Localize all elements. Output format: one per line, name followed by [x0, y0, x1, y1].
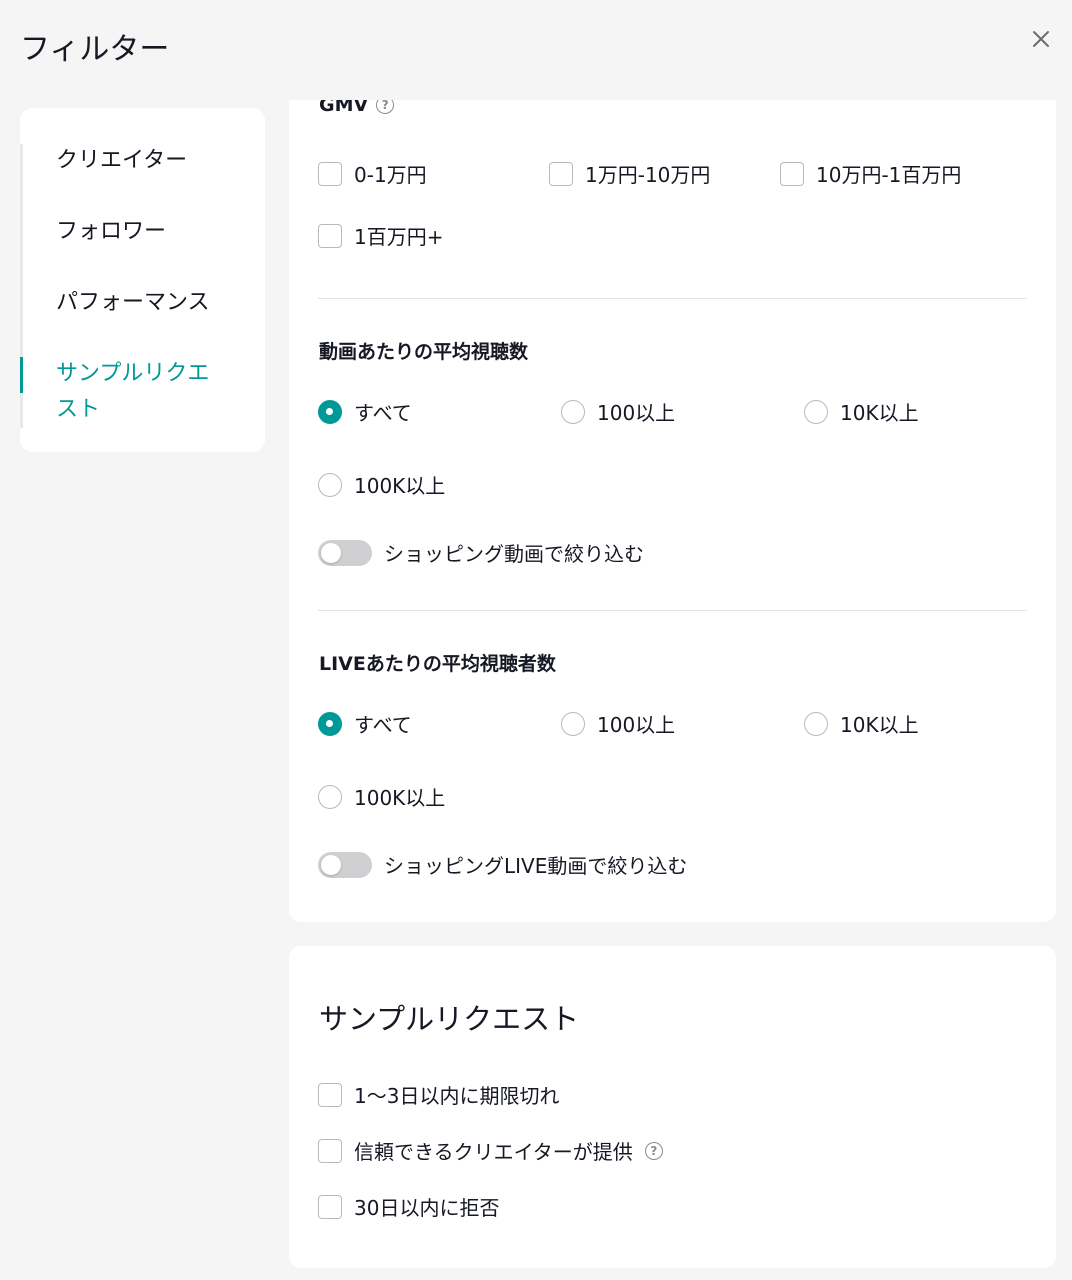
- option-label: 10K以上: [840, 713, 919, 737]
- checkbox[interactable]: [318, 161, 342, 186]
- nav-item-performance[interactable]: パフォーマンス: [56, 285, 236, 321]
- option-label: 100以上: [597, 401, 676, 425]
- option-label: 30日以内に拒否: [354, 1196, 500, 1220]
- gmv-section-title: GMV ?: [319, 100, 395, 116]
- nav-item-sample-request-line1: サンプルリクエ: [56, 361, 210, 386]
- section-divider: [318, 298, 1027, 299]
- help-icon[interactable]: ?: [376, 100, 395, 114]
- option-label: 1〜3日以内に期限切れ: [354, 1084, 560, 1108]
- radio[interactable]: [561, 399, 585, 424]
- nav-item-creator[interactable]: クリエイター: [56, 143, 236, 179]
- nav-item-follower[interactable]: フォロワー: [56, 214, 236, 250]
- option-label: 1百万円+: [354, 225, 444, 249]
- video-views-option-10k[interactable]: 10K以上: [804, 397, 919, 426]
- help-icon[interactable]: ?: [644, 1141, 663, 1160]
- option-label: 1万円-10万円: [585, 163, 711, 187]
- sample-request-panel: サンプルリクエスト 1〜3日以内に期限切れ 信頼できるクリエイターが提供 ? 3…: [289, 946, 1056, 1268]
- option-label: すべて: [354, 713, 412, 737]
- shopping-live-toggle[interactable]: ショッピングLIVE動画で絞り込む: [318, 850, 687, 879]
- option-label: 100以上: [597, 713, 676, 737]
- close-icon[interactable]: [1031, 29, 1051, 49]
- checkbox[interactable]: [549, 161, 573, 186]
- page-title: フィルター: [20, 32, 170, 67]
- checkbox[interactable]: [318, 1138, 342, 1163]
- sample-option-trusted-creator[interactable]: 信頼できるクリエイターが提供 ?: [318, 1136, 663, 1165]
- toggle-label: ショッピング動画で絞り込む: [384, 542, 644, 566]
- live-views-option-10k[interactable]: 10K以上: [804, 709, 919, 738]
- toggle-label: ショッピングLIVE動画で絞り込む: [384, 854, 688, 878]
- live-views-option-100k[interactable]: 100K以上: [318, 782, 445, 811]
- checkbox[interactable]: [318, 1194, 342, 1219]
- gmv-option-10k-100k[interactable]: 1万円-10万円: [549, 159, 710, 188]
- sample-request-title: サンプルリクエスト: [319, 1002, 580, 1036]
- radio[interactable]: [804, 711, 828, 736]
- radio[interactable]: [318, 784, 342, 809]
- close-button[interactable]: [1026, 24, 1056, 54]
- radio[interactable]: [561, 711, 585, 736]
- option-label: 10K以上: [840, 401, 919, 425]
- checkbox[interactable]: [780, 161, 804, 186]
- performance-filter-panel: GMV ? 0-1万円 1万円-10万円 10万円-1百万円 1百万円+ 動画あ…: [289, 100, 1056, 922]
- radio[interactable]: [318, 472, 342, 497]
- filter-category-nav: クリエイター フォロワー パフォーマンス サンプルリクエ スト: [20, 108, 265, 452]
- toggle-switch[interactable]: [318, 539, 372, 566]
- checkbox[interactable]: [318, 223, 342, 248]
- video-views-section-title: 動画あたりの平均視聴数: [319, 341, 529, 363]
- checkbox[interactable]: [318, 1082, 342, 1107]
- option-label: 0-1万円: [354, 163, 427, 187]
- shopping-video-toggle[interactable]: ショッピング動画で絞り込む: [318, 538, 644, 567]
- gmv-option-1m-plus[interactable]: 1百万円+: [318, 221, 443, 250]
- toggle-switch[interactable]: [318, 851, 372, 878]
- radio-checked[interactable]: [318, 399, 342, 424]
- option-label: 10万円-1百万円: [816, 163, 962, 187]
- live-views-option-all[interactable]: すべて: [318, 709, 412, 738]
- live-views-section-title: LIVEあたりの平均視聴者数: [319, 653, 556, 675]
- nav-item-sample-request[interactable]: サンプルリクエ スト: [56, 356, 236, 428]
- sample-option-rejected[interactable]: 30日以内に拒否: [318, 1192, 499, 1221]
- radio[interactable]: [804, 399, 828, 424]
- sample-option-expiring[interactable]: 1〜3日以内に期限切れ: [318, 1080, 559, 1109]
- radio-checked[interactable]: [318, 711, 342, 736]
- nav-item-sample-request-line2: スト: [56, 397, 101, 422]
- live-views-option-100[interactable]: 100以上: [561, 709, 675, 738]
- gmv-option-0-10k[interactable]: 0-1万円: [318, 159, 427, 188]
- option-label: すべて: [354, 401, 412, 425]
- gmv-option-100k-1m[interactable]: 10万円-1百万円: [780, 159, 961, 188]
- option-label: 100K以上: [354, 786, 446, 810]
- video-views-option-all[interactable]: すべて: [318, 397, 412, 426]
- video-views-option-100k[interactable]: 100K以上: [318, 470, 445, 499]
- nav-active-indicator: [20, 357, 23, 393]
- option-label: 信頼できるクリエイターが提供: [354, 1140, 633, 1164]
- option-label: 100K以上: [354, 474, 446, 498]
- section-divider: [318, 610, 1027, 611]
- video-views-option-100[interactable]: 100以上: [561, 397, 675, 426]
- gmv-title-text: GMV: [319, 100, 369, 116]
